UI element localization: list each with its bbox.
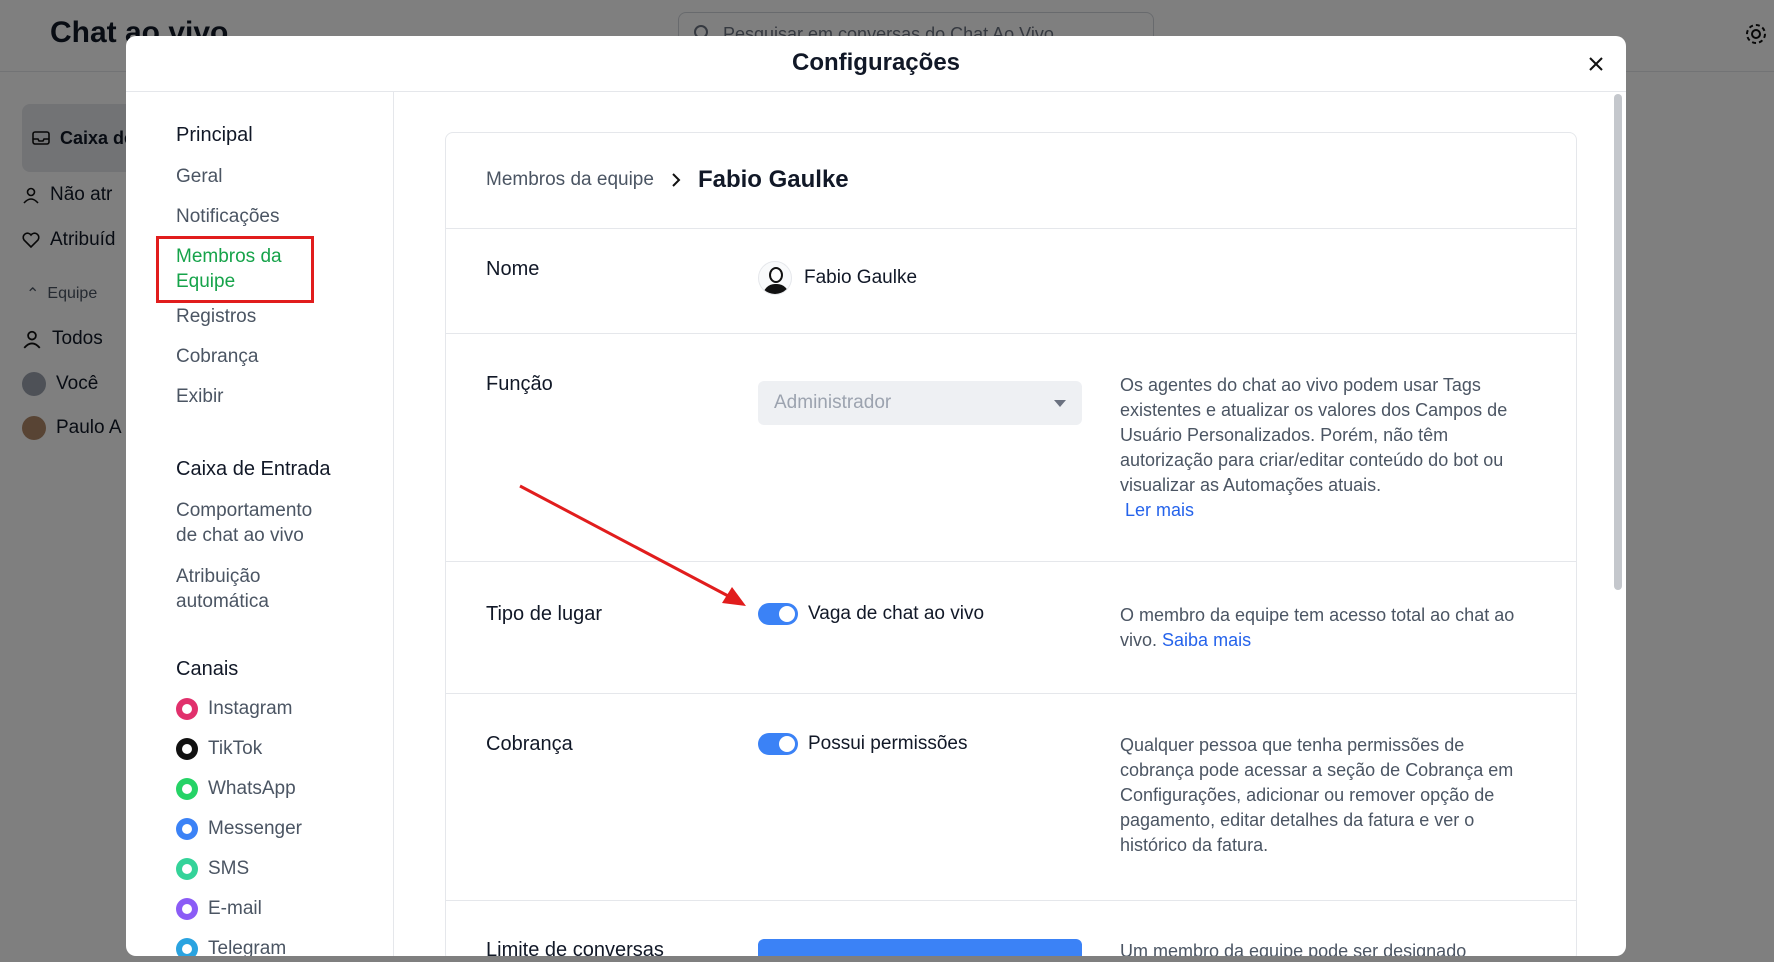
annotation-arrow (519, 484, 746, 606)
